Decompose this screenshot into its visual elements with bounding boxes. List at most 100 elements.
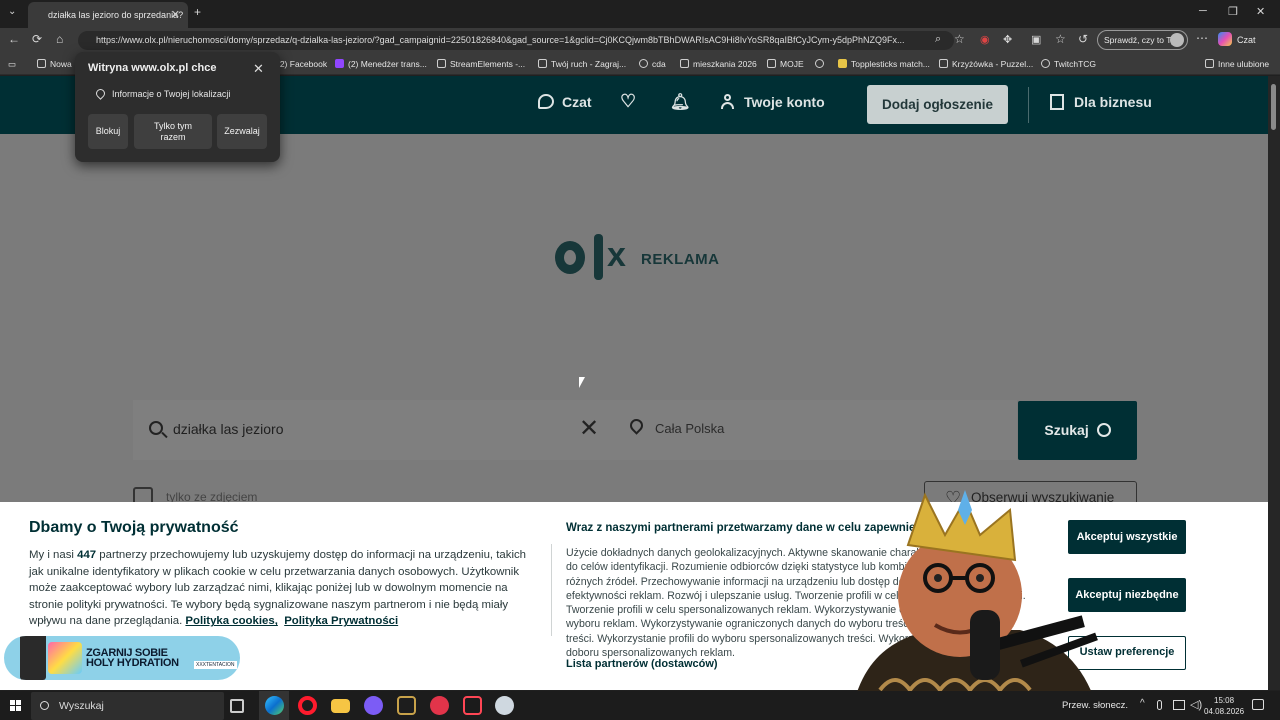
minimize-icon[interactable]: ─ (1199, 5, 1207, 17)
bookmark-item[interactable]: (2) Facebook (277, 53, 327, 75)
cookies-policy-link[interactable]: Polityka cookies, (185, 615, 277, 627)
partner-count: 447 (77, 549, 97, 561)
network-icon[interactable] (1173, 700, 1185, 710)
url-field[interactable]: https://www.olx.pl/nieruchomosci/domy/sp… (78, 31, 954, 50)
weather-widget[interactable]: Przew. słonecz. (1062, 700, 1128, 711)
page-icon (838, 59, 847, 68)
bookmark-item[interactable]: Twój ruch - Zagraj... (538, 53, 626, 75)
opera-icon[interactable] (298, 696, 317, 715)
block-button[interactable]: Blokuj (88, 114, 128, 149)
clear-search-icon[interactable]: ✕ (579, 414, 599, 443)
page-icon (37, 59, 46, 68)
search-button[interactable]: Szukaj (1018, 401, 1137, 460)
privacy-policy-link[interactable]: Polityka Prywatności (284, 615, 398, 627)
task-view-icon[interactable] (230, 699, 244, 713)
bookmark-label: mieszkania 2026 (693, 59, 757, 69)
bookmark-folder[interactable]: MOJE (767, 53, 804, 75)
search-input[interactable]: działka las jezioro (173, 421, 284, 437)
new-tab-icon[interactable]: + (194, 5, 201, 19)
taskbar: Wyszukaj Przew. słonecz. ^ ◁) 15:08 04.0… (0, 691, 1280, 720)
partners-list-link[interactable]: Lista partnerów (dostawców) (566, 658, 718, 670)
clock[interactable]: 15:08 04.08.2026 (1204, 695, 1244, 717)
league-icon[interactable] (397, 696, 416, 715)
extension-icon[interactable]: ◉ (980, 33, 990, 46)
edge-icon[interactable] (265, 696, 284, 715)
bookmark-item[interactable]: TwitchTCG (1041, 53, 1096, 75)
other-favorites[interactable]: Inne ulubione (1205, 53, 1269, 75)
start-icon[interactable] (10, 700, 21, 711)
close-window-icon[interactable]: ✕ (1256, 5, 1265, 18)
allow-once-button[interactable]: Tylko tym razem (134, 114, 212, 149)
clock-date: 04.08.2026 (1204, 707, 1245, 716)
cookie-body: My i nasi 447 partnerzy przechowujemy lu… (29, 547, 539, 630)
promo-ad[interactable]: ZGARNIJ SOBIE HOLY HYDRATION XXXTENTACIO… (4, 636, 240, 680)
cookie-divider (551, 544, 552, 636)
bookmark-label: StreamElements -... (450, 59, 526, 69)
search-icon-handle (161, 431, 168, 439)
microphone-icon[interactable] (1157, 700, 1162, 710)
bell-icon[interactable]: 🔔︎ (670, 92, 690, 112)
account-link[interactable]: Twoje konto (721, 94, 825, 110)
chess-icon (538, 59, 547, 68)
location-pin-icon (94, 87, 107, 100)
profile-button[interactable]: Sprawdź, czy to Ty (1097, 30, 1188, 50)
file-explorer-icon[interactable] (331, 699, 350, 713)
reload-icon[interactable]: ⟳ (32, 32, 42, 46)
back-icon[interactable]: ← (8, 32, 20, 46)
location-pin-icon (627, 416, 646, 435)
profile-button-label: Sprawdź, czy to Ty (1104, 35, 1176, 45)
copilot-button[interactable]: Czat (1218, 32, 1256, 49)
extensions-puzzle-icon[interactable]: ✥ (1003, 33, 1012, 46)
bookmark-label: Krzyżówka - Puzzel... (952, 59, 1034, 69)
ad-label: REKLAMA (641, 251, 720, 268)
bookmark-label: Inne ulubione (1218, 59, 1270, 69)
bookmark-label: Topplesticks match... (851, 59, 930, 69)
location-input[interactable]: Cała Polska (655, 421, 724, 436)
discord-icon[interactable] (364, 696, 383, 715)
cookie-body-text: partnerzy przechowujemy lub uzyskujemy d… (29, 549, 527, 628)
search-icon (40, 701, 49, 710)
bookmark-item[interactable]: cda (639, 53, 666, 75)
close-icon[interactable]: ✕ (253, 61, 264, 77)
bookmark-item[interactable]: StreamElements -... (437, 53, 525, 75)
history-icon[interactable]: ↺ (1078, 32, 1088, 46)
show-hidden-icons[interactable]: ^ (1140, 698, 1145, 709)
notification-icon[interactable] (1252, 699, 1264, 710)
taskbar-search[interactable]: Wyszukaj (31, 692, 224, 720)
cookie-body-text: My i nasi (29, 549, 78, 561)
zoom-icon[interactable]: ⌕ (935, 33, 941, 46)
app-icon[interactable] (430, 696, 449, 715)
bookmark-item[interactable] (815, 53, 828, 75)
search-icon (1096, 423, 1111, 437)
valorant-icon[interactable] (463, 696, 482, 715)
bookmark-item[interactable]: (2) Menedżer trans... (335, 53, 427, 75)
home-icon[interactable]: ⌂ (56, 32, 63, 46)
allow-button[interactable]: Zezwalaj (217, 114, 267, 149)
volume-icon[interactable]: ◁) (1190, 698, 1202, 711)
favorite-star-icon[interactable]: ☆ (954, 32, 965, 46)
heart-icon[interactable]: ♡ (620, 91, 636, 112)
twitch-icon (335, 59, 344, 68)
browser-tab[interactable]: działka las jezioro do sprzedania? ✕ (28, 2, 188, 28)
bookmark-item[interactable]: Nowa (37, 53, 72, 75)
bookmark-item[interactable]: Krzyżówka - Puzzel... (939, 53, 1033, 75)
bookmark-label: (2) Facebook (277, 59, 328, 69)
bookmark-item[interactable]: Topplesticks match... (838, 53, 930, 75)
scroll-thumb[interactable] (1271, 84, 1276, 130)
reading-list-icon[interactable]: ▭ (8, 53, 16, 75)
page-scrollbar[interactable] (1268, 76, 1280, 690)
permission-info: Informacje o Twojej lokalizacji (112, 89, 231, 99)
bookmark-folder[interactable]: mieszkania 2026 (680, 53, 757, 75)
more-menu-icon[interactable]: ⋯ (1196, 31, 1208, 45)
tab-list-icon[interactable]: ⌄ (8, 6, 16, 17)
app-icon[interactable] (495, 696, 514, 715)
post-ad-button[interactable]: Dodaj ogłoszenie (867, 85, 1008, 124)
chat-link[interactable]: Czat (538, 94, 592, 110)
user-icon (721, 94, 734, 109)
favorites-icon[interactable]: ☆ (1055, 32, 1066, 46)
maximize-icon[interactable]: ❐ (1228, 5, 1238, 18)
business-link[interactable]: Dla biznesu (1050, 94, 1152, 110)
bookmark-label: Twój ruch - Zagraj... (551, 59, 627, 69)
tab-close-icon[interactable]: ✕ (171, 2, 180, 28)
split-screen-icon[interactable]: ▣ (1031, 33, 1041, 46)
